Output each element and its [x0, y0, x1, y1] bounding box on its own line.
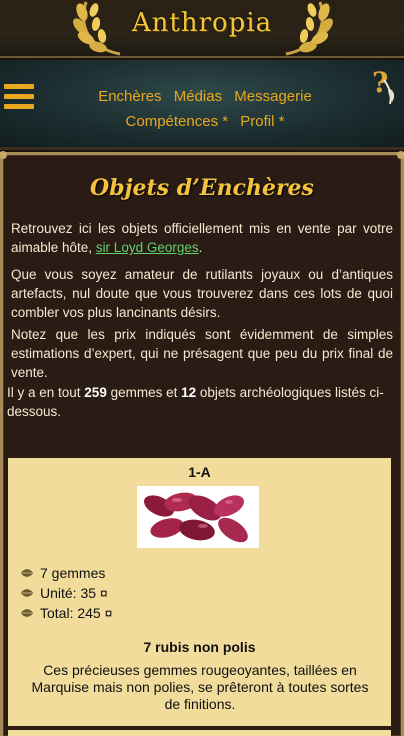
nav-link-encheres[interactable]: Enchères [98, 88, 161, 105]
item-code: 1-A [188, 464, 211, 480]
nav-row-secondary: Compétences * Profil * [60, 113, 350, 130]
panel-corner-ornament [0, 151, 7, 159]
nav-link-profil[interactable]: Profil * [240, 113, 284, 130]
auction-item-card[interactable]: 1-A 7 gemmes Unité: 35 ¤ Total: 245 ¤ 7 … [8, 458, 391, 728]
nav-row-primary: Enchères Médias Messagerie [60, 88, 350, 105]
list-item: Total: 245 ¤ [20, 603, 112, 623]
host-link[interactable]: sir Loyd Georges [96, 240, 199, 255]
laurel-right-icon [285, 1, 333, 56]
next-item-card[interactable] [8, 730, 391, 736]
item-quantity: 7 gemmes [40, 565, 106, 581]
list-item: 7 gemmes [20, 563, 112, 583]
price-note-paragraph: Notez que les prix indiqués sont évidemm… [11, 327, 393, 380]
hamburger-icon[interactable] [4, 84, 34, 112]
item-unit-price: Unité: 35 ¤ [40, 585, 108, 601]
leaf-bullet-icon [21, 589, 33, 597]
nav-link-competences[interactable]: Compétences * [126, 113, 229, 130]
leaf-bullet-icon [21, 609, 33, 617]
site-banner: Anthropia [0, 0, 404, 58]
item-name: 7 rubis non polis [143, 639, 256, 655]
object-count: 12 [181, 385, 197, 400]
item-count-text: Il y a en tout 259 gemmes et 12 objets a… [7, 385, 384, 419]
leaf-bullet-icon [21, 569, 33, 577]
description-paragraph: Que vous soyez amateur de rutilants joya… [11, 267, 393, 320]
panel-corner-ornament [397, 151, 404, 159]
page-title: Objets d’Enchères [90, 175, 314, 201]
quill-question-icon[interactable]: ? [370, 66, 398, 106]
item-total-price: Total: 245 ¤ [40, 605, 113, 621]
site-title[interactable]: Anthropia [0, 8, 404, 38]
main-nav: Enchères Médias Messagerie Compétences *… [0, 60, 404, 150]
list-item: Unité: 35 ¤ [20, 583, 112, 603]
gem-count: 259 [84, 385, 107, 400]
auction-panel: Objets d’Enchères Retrouvez ici les obje… [0, 151, 404, 736]
nav-link-medias[interactable]: Médias [174, 88, 222, 105]
ruby-gems-image [137, 486, 259, 548]
nav-link-messagerie[interactable]: Messagerie [234, 88, 312, 105]
item-description: Ces précieuses gemmes rougeoyantes, tail… [31, 662, 369, 712]
item-specs-list: 7 gemmes Unité: 35 ¤ Total: 245 ¤ [20, 563, 112, 623]
intro-paragraph: Retrouvez ici les objets officiellement … [11, 221, 393, 255]
